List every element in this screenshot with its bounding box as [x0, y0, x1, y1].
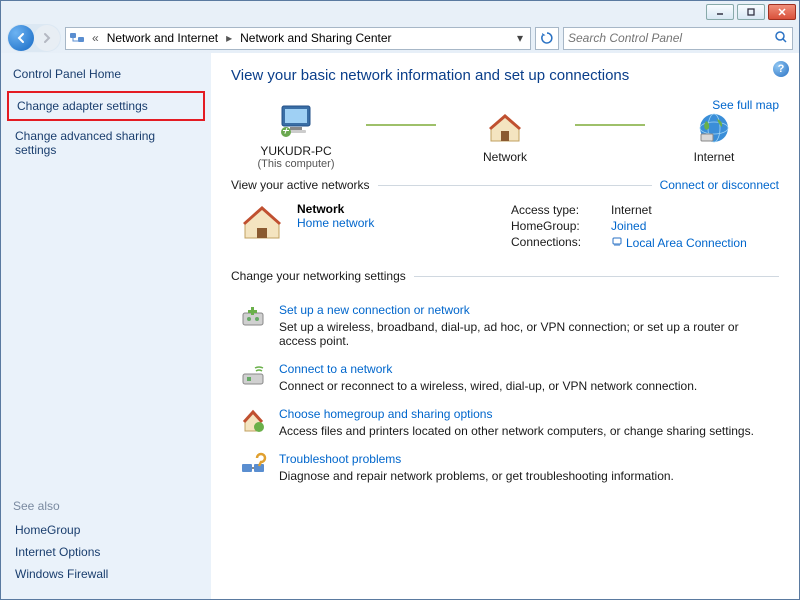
breadcrumb-2[interactable]: Network and Sharing Center	[238, 31, 393, 45]
active-network-row: Network Home network Access type:Interne…	[231, 198, 779, 261]
connection-line-1	[361, 124, 440, 146]
minimize-button[interactable]	[706, 4, 734, 20]
node-this-pc: YUKUDR-PC (This computer)	[231, 100, 361, 170]
troubleshoot-icon	[239, 452, 267, 480]
network-map: See full map YUKUDR-PC (This computer) N…	[231, 100, 779, 170]
active-right: Access type:Internet HomeGroup:Joined Co…	[511, 202, 771, 251]
option-connect-title[interactable]: Connect to a network	[279, 362, 697, 376]
node-pc-label: YUKUDR-PC	[231, 144, 361, 158]
access-type-value: Internet	[611, 203, 652, 217]
control-panel-home-link[interactable]: Control Panel Home	[13, 67, 199, 81]
option-connect-desc: Connect or reconnect to a wireless, wire…	[279, 379, 697, 393]
chevron-right-icon: ▸	[224, 31, 234, 45]
breadcrumb-1[interactable]: Network and Internet	[105, 31, 220, 45]
change-settings-header: Change your networking settings	[231, 269, 779, 283]
highlighted-link: Change adapter settings	[7, 91, 205, 121]
connections-label: Connections:	[511, 235, 611, 250]
search-input[interactable]	[568, 31, 774, 45]
computer-icon	[276, 104, 316, 140]
option-setup-desc: Set up a wireless, broadband, dial-up, a…	[279, 320, 771, 348]
active-hdr-text: View your active networks	[231, 178, 370, 192]
active-left: Network Home network	[239, 202, 495, 251]
breadcrumb-sep: «	[90, 31, 101, 45]
see-also-header: See also	[13, 499, 199, 513]
see-full-map-link[interactable]: See full map	[712, 98, 779, 112]
address-dropdown[interactable]: ▾	[512, 31, 528, 45]
change-hdr-text: Change your networking settings	[231, 269, 406, 283]
node-net-label: Network	[440, 150, 570, 164]
homegroup-value[interactable]: Joined	[611, 219, 646, 233]
titlebar	[1, 1, 799, 23]
option-connect: Connect to a network Connect or reconnec…	[239, 362, 771, 393]
help-icon[interactable]: ?	[773, 61, 789, 77]
seealso-internet-options[interactable]: Internet Options	[13, 541, 199, 563]
option-troubleshoot-title[interactable]: Troubleshoot problems	[279, 452, 674, 466]
globe-icon	[697, 111, 731, 145]
access-type-label: Access type:	[511, 203, 611, 217]
refresh-button[interactable]	[535, 27, 559, 50]
sidebar-link-adapter[interactable]: Change adapter settings	[15, 95, 197, 117]
option-homegroup-desc: Access files and printers located on oth…	[279, 424, 754, 438]
navbar: « Network and Internet ▸ Network and Sha…	[1, 23, 799, 53]
search-icon[interactable]	[774, 30, 788, 47]
seealso-firewall[interactable]: Windows Firewall	[13, 563, 199, 585]
option-troubleshoot: Troubleshoot problems Diagnose and repai…	[239, 452, 771, 483]
ethernet-icon	[611, 235, 623, 247]
sidebar-link-advanced[interactable]: Change advanced sharing settings	[13, 125, 199, 161]
window: « Network and Internet ▸ Network and Sha…	[0, 0, 800, 600]
house-icon	[239, 202, 285, 242]
option-homegroup-title[interactable]: Choose homegroup and sharing options	[279, 407, 754, 421]
house-icon	[487, 111, 523, 145]
connections-value[interactable]: Local Area Connection	[611, 235, 747, 250]
homegroup-icon	[239, 407, 267, 435]
active-networks-header: View your active networks Connect or dis…	[231, 178, 779, 192]
maximize-button[interactable]	[737, 4, 765, 20]
connect-icon	[239, 362, 267, 390]
homegroup-label: HomeGroup:	[511, 219, 611, 233]
search-box[interactable]	[563, 27, 793, 50]
body: Control Panel Home Change adapter settin…	[1, 53, 799, 599]
back-button[interactable]	[8, 25, 34, 51]
nav-buttons	[7, 24, 61, 52]
content: ? View your basic network information an…	[211, 53, 799, 599]
node-internet: Internet	[649, 106, 779, 164]
connection-line-2	[570, 124, 649, 146]
sidebar: Control Panel Home Change adapter settin…	[1, 53, 211, 599]
node-network: Network	[440, 106, 570, 164]
network-icon	[68, 29, 86, 47]
forward-button[interactable]	[34, 25, 60, 51]
node-inet-label: Internet	[649, 150, 779, 164]
network-type-link[interactable]: Home network	[297, 216, 374, 230]
network-name: Network	[297, 202, 374, 216]
close-button[interactable]	[768, 4, 796, 20]
connect-disconnect-link[interactable]: Connect or disconnect	[660, 178, 779, 192]
node-pc-sub: (This computer)	[231, 158, 361, 170]
option-setup: Set up a new connection or network Set u…	[239, 303, 771, 348]
option-setup-title[interactable]: Set up a new connection or network	[279, 303, 771, 317]
option-homegroup: Choose homegroup and sharing options Acc…	[239, 407, 771, 438]
option-troubleshoot-desc: Diagnose and repair network problems, or…	[279, 469, 674, 483]
address-bar[interactable]: « Network and Internet ▸ Network and Sha…	[65, 27, 531, 50]
setup-icon	[239, 303, 267, 331]
divider	[378, 185, 652, 186]
divider	[414, 276, 779, 277]
seealso-homegroup[interactable]: HomeGroup	[13, 519, 199, 541]
options-list: Set up a new connection or network Set u…	[231, 289, 779, 501]
page-title: View your basic network information and …	[231, 67, 779, 84]
